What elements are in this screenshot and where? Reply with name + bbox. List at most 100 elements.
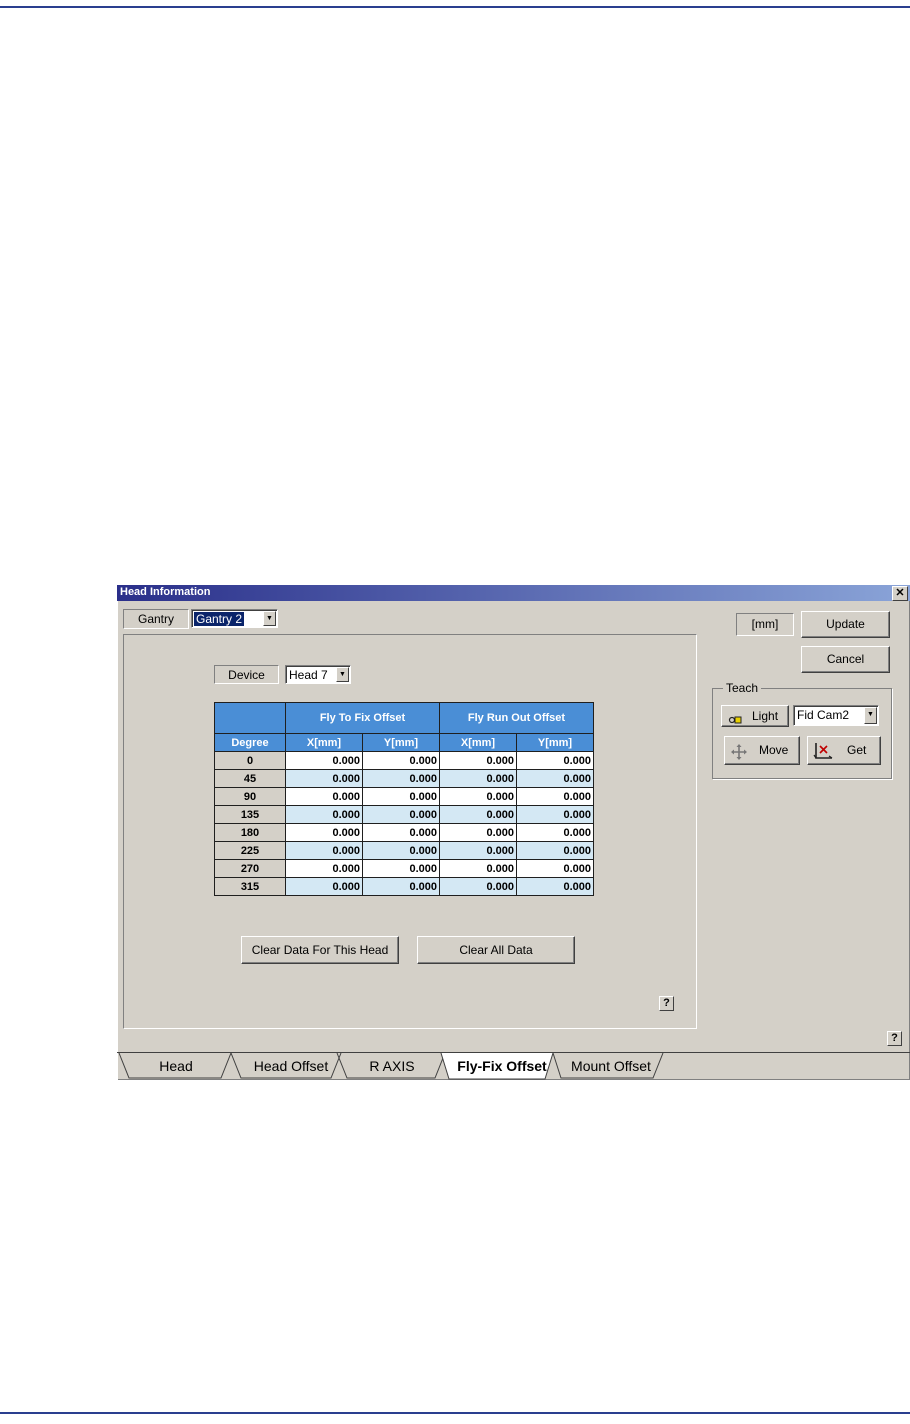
teach-group-label: Teach: [723, 681, 762, 695]
offset-value-cell[interactable]: 0.000: [362, 841, 440, 860]
tab-r-axis[interactable]: R AXIS: [331, 1053, 451, 1079]
offset-value-cell[interactable]: 0.000: [439, 841, 517, 860]
degree-cell: 135: [214, 805, 286, 824]
clear-head-button[interactable]: Clear Data For This Head: [241, 936, 399, 964]
unit-label: [mm]: [736, 613, 794, 636]
device-select[interactable]: Head 7 ▼: [285, 665, 351, 684]
offset-value-cell[interactable]: 0.000: [362, 787, 440, 806]
degree-cell: 225: [214, 841, 286, 860]
offset-value-cell[interactable]: 0.000: [362, 877, 440, 896]
offset-value-cell[interactable]: 0.000: [439, 769, 517, 788]
offset-value-cell[interactable]: 0.000: [362, 751, 440, 770]
tab-mount-offset-label: Mount Offset: [571, 1058, 651, 1074]
offset-value-cell[interactable]: 0.000: [362, 859, 440, 878]
degree-cell: 90: [214, 787, 286, 806]
offset-table: Fly To Fix Offset Fly Run Out Offset Deg…: [214, 702, 594, 896]
offset-value-cell[interactable]: 0.000: [285, 859, 363, 878]
table-column-header-row: Degree X[mm] Y[mm] X[mm] Y[mm]: [214, 733, 594, 752]
tab-fly-fix-offset-label: Fly-Fix Offset: [457, 1058, 547, 1074]
light-button-label: Light: [752, 709, 779, 723]
clear-all-button[interactable]: Clear All Data: [417, 936, 575, 964]
clear-all-button-label: Clear All Data: [459, 943, 533, 957]
gantry-select[interactable]: Gantry 2 ▼: [191, 609, 278, 628]
degree-cell: 180: [214, 823, 286, 842]
offset-value-cell[interactable]: 0.000: [285, 823, 363, 842]
offset-value-cell[interactable]: 0.000: [362, 769, 440, 788]
offset-value-cell[interactable]: 0.000: [439, 787, 517, 806]
tab-head-offset[interactable]: Head Offset: [221, 1053, 347, 1079]
table-group-header-row: Fly To Fix Offset Fly Run Out Offset: [214, 702, 594, 734]
title-bar: Head Information ✕: [117, 585, 910, 601]
close-button[interactable]: ✕: [892, 586, 908, 601]
table-row: 90 0.000 0.000 0.000 0.000: [214, 787, 594, 806]
offset-value-cell[interactable]: 0.000: [516, 823, 594, 842]
update-button[interactable]: Update: [801, 611, 890, 638]
offset-value-cell[interactable]: 0.000: [516, 751, 594, 770]
offset-value-cell[interactable]: 0.000: [285, 877, 363, 896]
table-row: 180 0.000 0.000 0.000 0.000: [214, 823, 594, 842]
offset-value-cell[interactable]: 0.000: [516, 841, 594, 860]
offset-value-cell[interactable]: 0.000: [285, 787, 363, 806]
table-row: 270 0.000 0.000 0.000 0.000: [214, 859, 594, 878]
panel-help-button[interactable]: ?: [659, 996, 674, 1011]
device-label: Device: [214, 665, 279, 684]
table-row: 0 0.000 0.000 0.000 0.000: [214, 751, 594, 770]
light-button[interactable]: Light: [721, 705, 789, 727]
cancel-button[interactable]: Cancel: [801, 646, 890, 673]
degree-cell: 270: [214, 859, 286, 878]
update-button-label: Update: [826, 617, 865, 631]
clear-head-button-label: Clear Data For This Head: [251, 943, 389, 957]
light-bulb-icon: [728, 711, 742, 724]
offset-value-cell[interactable]: 0.000: [439, 805, 517, 824]
camera-select[interactable]: Fid Cam2 ▼: [793, 705, 879, 726]
offset-value-cell[interactable]: 0.000: [439, 877, 517, 896]
col-runout-x: X[mm]: [439, 733, 517, 752]
tab-mount-offset[interactable]: Mount Offset: [547, 1053, 673, 1079]
teach-group: [712, 688, 892, 779]
offset-value-cell[interactable]: 0.000: [516, 877, 594, 896]
offset-value-cell[interactable]: 0.000: [439, 823, 517, 842]
fly-to-fix-offset-header: Fly To Fix Offset: [285, 702, 440, 734]
offset-value-cell[interactable]: 0.000: [285, 751, 363, 770]
tab-head[interactable]: Head: [117, 1053, 235, 1079]
table-corner-cell: [214, 702, 286, 734]
move-button[interactable]: Move: [724, 736, 800, 765]
offset-value-cell[interactable]: 0.000: [362, 823, 440, 842]
offset-value-cell[interactable]: 0.000: [516, 805, 594, 824]
tab-fly-fix-offset[interactable]: Fly-Fix Offset: [437, 1053, 561, 1080]
device-select-value: Head 7: [289, 668, 328, 682]
page-top-rule: [0, 6, 910, 8]
window-title: Head Information: [120, 586, 211, 598]
page-bottom-rule: [0, 1412, 910, 1414]
offset-value-cell[interactable]: 0.000: [516, 769, 594, 788]
offset-value-cell[interactable]: 0.000: [285, 805, 363, 824]
tab-bar: Head Head Offset R AXIS Fly-Fix Offset M…: [117, 1052, 910, 1081]
chevron-down-icon[interactable]: ▼: [864, 707, 877, 724]
col-runout-y: Y[mm]: [516, 733, 594, 752]
window-help-button[interactable]: ?: [887, 1031, 902, 1046]
table-row: 225 0.000 0.000 0.000 0.000: [214, 841, 594, 860]
gantry-select-value: Gantry 2: [194, 612, 245, 626]
head-information-window: Head Information ✕ Gantry Gantry 2 ▼ [mm…: [117, 585, 910, 1080]
move-arrows-icon: [730, 743, 748, 760]
tab-r-axis-label: R AXIS: [369, 1058, 415, 1074]
table-row: 135 0.000 0.000 0.000 0.000: [214, 805, 594, 824]
offset-value-cell[interactable]: 0.000: [285, 841, 363, 860]
offset-value-cell[interactable]: 0.000: [362, 805, 440, 824]
table-row: 315 0.000 0.000 0.000 0.000: [214, 877, 594, 896]
degree-cell: 0: [214, 751, 286, 770]
offset-value-cell[interactable]: 0.000: [285, 769, 363, 788]
move-button-label: Move: [759, 743, 789, 757]
get-button[interactable]: Get: [807, 736, 881, 765]
offset-value-cell[interactable]: 0.000: [516, 859, 594, 878]
col-degree: Degree: [214, 733, 286, 752]
offset-value-cell[interactable]: 0.000: [439, 751, 517, 770]
col-fix-y: Y[mm]: [362, 733, 440, 752]
chevron-down-icon[interactable]: ▼: [263, 611, 276, 626]
chevron-down-icon[interactable]: ▼: [336, 667, 349, 682]
table-row: 45 0.000 0.000 0.000 0.000: [214, 769, 594, 788]
offset-value-cell[interactable]: 0.000: [439, 859, 517, 878]
offset-value-cell[interactable]: 0.000: [516, 787, 594, 806]
tab-head-label: Head: [159, 1058, 193, 1074]
cancel-button-label: Cancel: [826, 652, 865, 666]
